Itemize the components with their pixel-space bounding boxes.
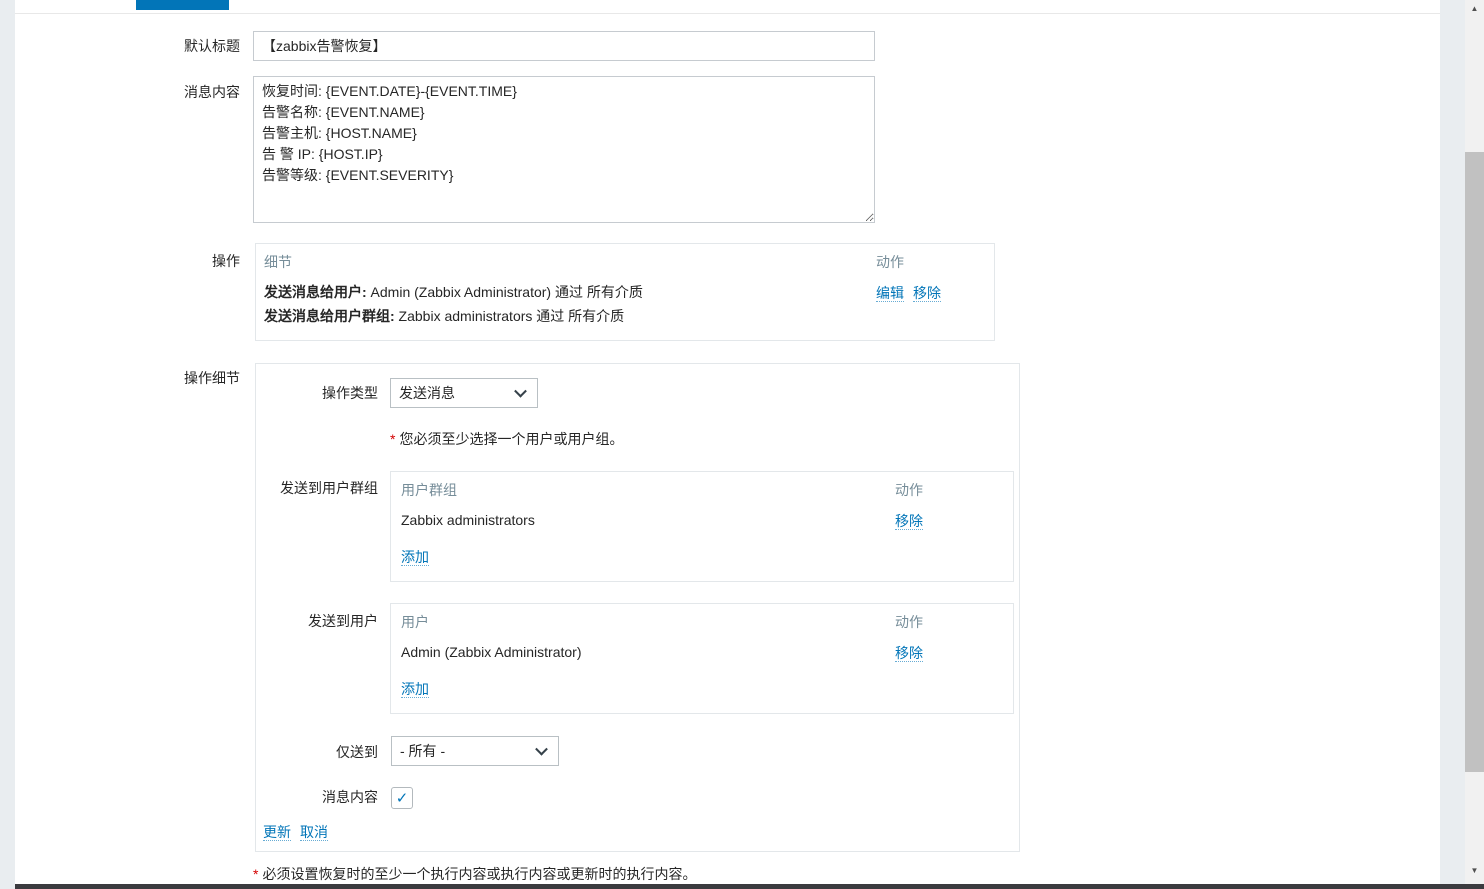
- user-group-name: Zabbix administrators: [401, 512, 535, 528]
- left-gutter: [0, 0, 15, 889]
- scroll-down-button[interactable]: ▼: [1465, 862, 1484, 879]
- send-only-to-select[interactable]: - 所有 -: [391, 736, 559, 766]
- users-col-action: 动作: [895, 614, 923, 630]
- users-col-name: 用户: [401, 614, 429, 630]
- send-to-user-groups-label: 发送到用户群组: [256, 480, 378, 496]
- send-to-users-label: 发送到用户: [256, 613, 378, 629]
- user-remove-link[interactable]: 移除: [895, 645, 923, 662]
- operation-row-detail: Admin (Zabbix Administrator) 通过 所有介质: [367, 284, 643, 300]
- chevron-down-icon: [514, 385, 527, 398]
- users-panel: 用户 动作 Admin (Zabbix Administrator) 移除 添加: [390, 603, 1014, 714]
- required-asterisk: *: [390, 431, 395, 447]
- user-group-remove-link[interactable]: 移除: [895, 513, 923, 530]
- operation-row-detail: Zabbix administrators 通过 所有介质: [395, 308, 625, 324]
- message-content-label: 消息内容: [0, 84, 240, 100]
- right-gutter: [1440, 0, 1465, 889]
- tabs-bottom-border: [15, 13, 1440, 14]
- message-content-checkbox-label: 消息内容: [256, 789, 378, 805]
- chevron-down-icon: [535, 743, 548, 756]
- operation-type-select[interactable]: 发送消息: [390, 378, 538, 408]
- operation-row-type: 发送消息给用户群组:: [264, 308, 395, 324]
- user-groups-col-action: 动作: [895, 482, 923, 498]
- user-groups-add-link[interactable]: 添加: [401, 549, 429, 566]
- operation-type-label: 操作类型: [256, 385, 378, 401]
- update-link[interactable]: 更新: [263, 824, 291, 841]
- form-action-links: 更新取消: [263, 824, 337, 842]
- operation-details-panel: 操作类型 发送消息 *您必须至少选择一个用户或用户组。 发送到用户群组 用户群组…: [255, 363, 1020, 852]
- operation-row-description: 发送消息给用户群组: Zabbix administrators 通过 所有介质: [264, 308, 624, 324]
- operation-row-description: 发送消息给用户: Admin (Zabbix Administrator) 通过…: [264, 284, 643, 300]
- scroll-up-icon: ▲: [1471, 4, 1479, 13]
- send-only-to-label: 仅送到: [256, 744, 378, 760]
- scroll-up-button[interactable]: ▲: [1465, 0, 1484, 17]
- operations-col-action: 动作: [876, 254, 904, 270]
- operations-col-details: 细节: [264, 254, 292, 270]
- default-title-label: 默认标题: [0, 38, 240, 54]
- active-tab-underline[interactable]: [136, 0, 229, 10]
- operation-row-actions: 编辑移除: [876, 285, 950, 302]
- scroll-down-icon: ▼: [1471, 866, 1479, 875]
- edit-link[interactable]: 编辑: [876, 285, 904, 302]
- required-note-text: 您必须至少选择一个用户或用户组。: [399, 431, 623, 447]
- message-content-textarea[interactable]: 恢复时间: {EVENT.DATE}-{EVENT.TIME} 告警名称: {E…: [253, 76, 875, 223]
- operations-panel: 细节 动作 发送消息给用户: Admin (Zabbix Administrat…: [255, 243, 995, 341]
- user-groups-panel: 用户群组 动作 Zabbix administrators 移除 添加: [390, 471, 1014, 582]
- operation-details-label: 操作细节: [0, 370, 240, 386]
- required-asterisk: *: [253, 866, 258, 882]
- operation-row-type: 发送消息给用户:: [264, 284, 367, 300]
- taskbar-edge: [0, 884, 1484, 889]
- remove-link[interactable]: 移除: [913, 285, 941, 302]
- default-title-input[interactable]: [253, 31, 875, 61]
- footer-note-text: 必须设置恢复时的至少一个执行内容或执行内容或更新时的执行内容。: [262, 866, 696, 882]
- vertical-scrollbar[interactable]: ▲ ▼: [1465, 0, 1484, 889]
- user-name: Admin (Zabbix Administrator): [401, 644, 582, 660]
- send-only-to-value: - 所有 -: [400, 741, 445, 761]
- message-content-checkbox[interactable]: ✓: [391, 787, 413, 809]
- footer-required-note: *必须设置恢复时的至少一个执行内容或执行内容或更新时的执行内容。: [253, 866, 696, 882]
- operation-type-value: 发送消息: [399, 383, 455, 403]
- check-icon: ✓: [396, 789, 409, 807]
- scroll-thumb[interactable]: [1465, 152, 1484, 772]
- user-groups-col-name: 用户群组: [401, 482, 457, 498]
- cancel-link[interactable]: 取消: [300, 824, 328, 841]
- users-add-link[interactable]: 添加: [401, 681, 429, 698]
- operations-label: 操作: [0, 253, 240, 269]
- required-note: *您必须至少选择一个用户或用户组。: [390, 431, 623, 447]
- page-container: { "page": { "accent_color": "#0275b8", "…: [0, 0, 1484, 889]
